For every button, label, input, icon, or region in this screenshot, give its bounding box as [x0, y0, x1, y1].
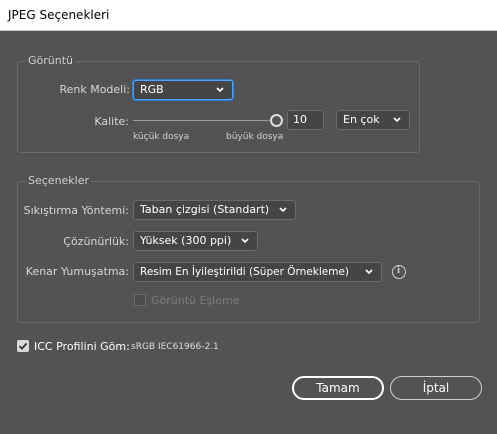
cancel-button[interactable]: İptal [390, 376, 482, 400]
chevron-down-icon [239, 235, 251, 247]
quality-label: Kalite: [94, 115, 129, 128]
compression-label: Sıkıştırma Yöntemi: [23, 204, 129, 217]
title-bar: JPEG Seçenekleri [0, 0, 497, 31]
icc-label: ICC Profilini Göm: [34, 340, 130, 353]
image-map-checkbox[interactable] [134, 294, 146, 306]
icc-checkbox[interactable] [17, 340, 29, 352]
color-model-value: RGB [140, 83, 164, 96]
resolution-value: Yüksek (300 ppi) [140, 234, 232, 247]
color-model-dropdown[interactable]: RGB [133, 80, 233, 100]
image-group [17, 61, 420, 153]
ok-button[interactable]: Tamam [292, 376, 384, 400]
chevron-down-icon [277, 204, 289, 216]
quality-value-field[interactable]: 10 [287, 110, 324, 130]
chevron-down-icon [363, 266, 375, 278]
image-group-title: Görüntü [26, 54, 76, 67]
quality-slider-thumb[interactable] [270, 114, 283, 127]
image-map-label: Görüntü Eşleme [151, 294, 240, 307]
dialog-body: Görüntü Renk Modeli: RGB Kalite: küçük d… [0, 31, 497, 434]
window-title: JPEG Seçenekleri [8, 8, 110, 22]
quality-preset-dropdown[interactable]: En çok [336, 110, 410, 130]
small-file-label: küçük dosya [133, 132, 190, 142]
antialias-value: Resim En İyileştirildi (Süper Örnekleme) [140, 266, 349, 278]
antialias-label: Kenar Yumuşatma: [25, 265, 129, 278]
large-file-label: büyük dosya [226, 132, 284, 142]
resolution-label: Çözünürlük: [63, 235, 129, 248]
antialias-dropdown[interactable]: Resim En İyileştirildi (Süper Örnekleme) [133, 262, 382, 282]
cancel-button-label: İptal [422, 381, 450, 395]
checkmark-icon [18, 342, 28, 350]
chevron-down-icon [214, 84, 226, 96]
resolution-dropdown[interactable]: Yüksek (300 ppi) [133, 231, 258, 251]
options-group-title: Seçenekler [26, 174, 92, 187]
quality-value: 10 [293, 113, 307, 126]
ok-button-label: Tamam [316, 381, 360, 395]
color-model-label: Renk Modeli: [59, 83, 130, 96]
quality-preset-value: En çok [343, 113, 380, 126]
compression-value: Taban çizgisi (Standart) [140, 203, 270, 216]
info-icon[interactable]: i [392, 265, 406, 279]
compression-dropdown[interactable]: Taban çizgisi (Standart) [133, 200, 296, 220]
icc-profile: sRGB IEC61966-2.1 [131, 342, 219, 352]
chevron-down-icon [391, 114, 403, 126]
quality-slider-track[interactable] [133, 120, 271, 121]
